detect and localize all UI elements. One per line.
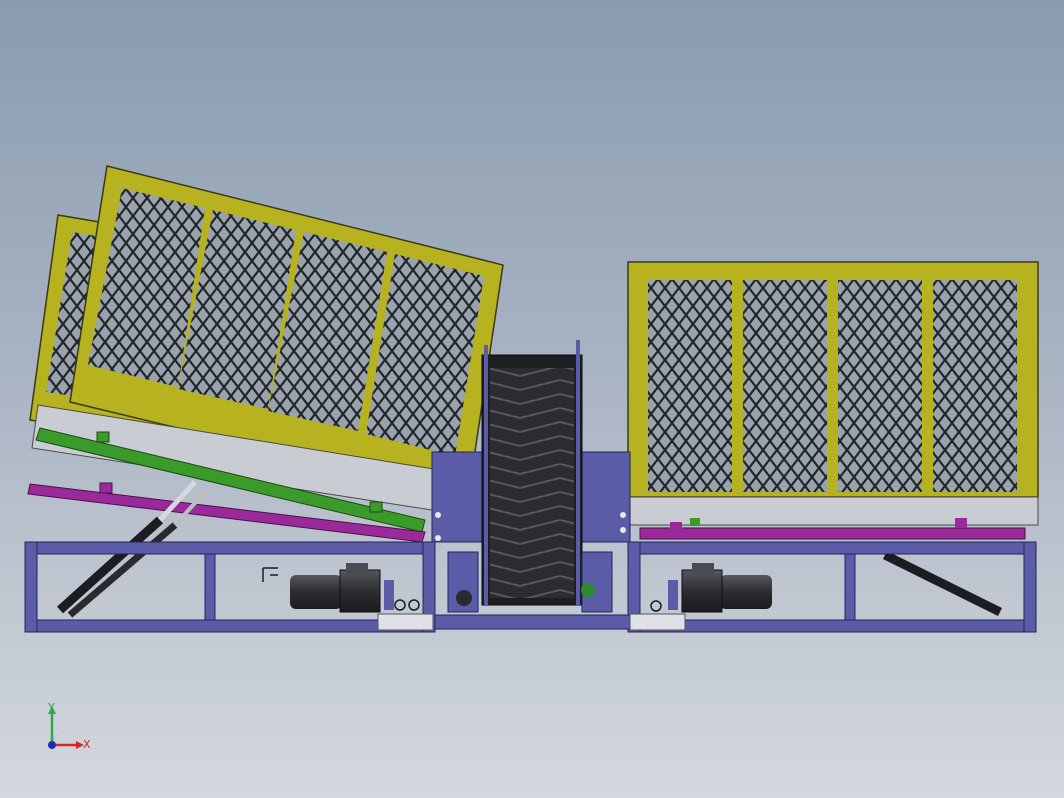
left-drive-motor <box>262 563 420 613</box>
x-axis-label: X <box>83 738 91 751</box>
cad-viewport[interactable]: Y X <box>0 0 1064 798</box>
right-drive-motor <box>650 563 772 613</box>
right-magenta-rail <box>639 527 1026 540</box>
z-axis-dot-icon <box>48 741 56 749</box>
coordinate-triad: Y X <box>47 701 91 751</box>
y-axis-label: Y <box>47 701 55 714</box>
right-cage-assembly <box>627 261 1039 617</box>
